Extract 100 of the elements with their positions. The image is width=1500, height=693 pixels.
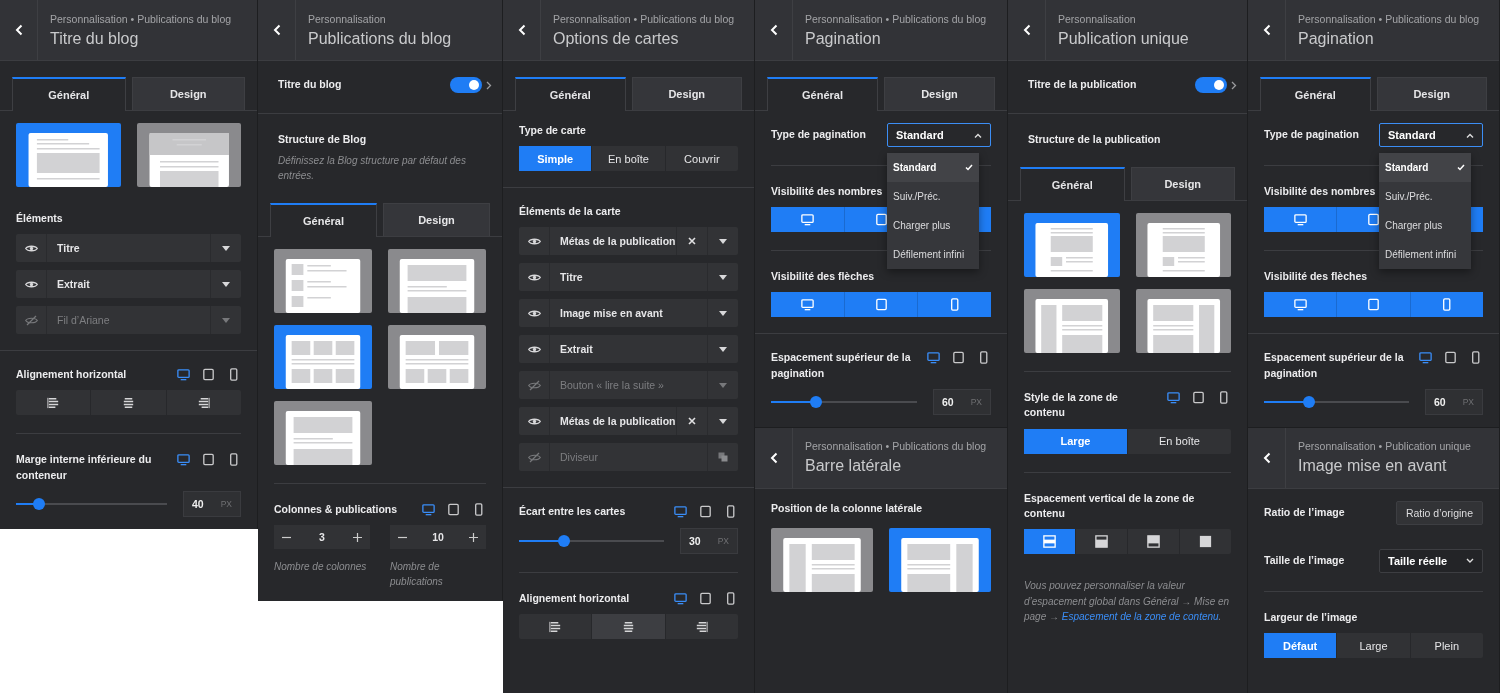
dropdown[interactable]: Taille réelle [1379, 548, 1483, 573]
chevron-right-icon[interactable] [486, 80, 492, 90]
eye-icon[interactable] [527, 416, 541, 426]
number-field[interactable]: 30 PX [680, 527, 738, 554]
tab[interactable]: Général [1020, 167, 1125, 202]
segment-option[interactable]: En boîte [1127, 428, 1231, 454]
segment-option[interactable] [1409, 292, 1483, 318]
toggle-switch[interactable] [1195, 77, 1227, 93]
tablet-icon[interactable] [1191, 390, 1206, 406]
caret-icon[interactable] [719, 418, 727, 424]
tablet-icon[interactable] [201, 452, 216, 468]
monitor-icon[interactable] [176, 452, 191, 468]
tab[interactable]: Design [131, 77, 245, 110]
segment-option[interactable] [771, 292, 844, 318]
monitor-icon[interactable] [421, 502, 436, 518]
tab[interactable]: Général [270, 203, 377, 238]
plus-icon[interactable] [353, 532, 362, 542]
element-row[interactable]: Extrait [519, 335, 738, 364]
menu-item[interactable]: Standard [1379, 153, 1471, 182]
slider-thumb[interactable] [557, 534, 570, 547]
element-row[interactable]: Titre [16, 234, 241, 263]
eye-slash-icon[interactable] [24, 314, 38, 326]
tablet-icon[interactable] [698, 590, 713, 606]
tab[interactable]: Design [631, 77, 742, 110]
copy-icon[interactable] [718, 452, 728, 463]
tab[interactable]: Design [884, 77, 995, 110]
tab[interactable]: Design [383, 203, 490, 237]
caret-icon[interactable] [719, 346, 727, 352]
eye-icon[interactable] [24, 279, 38, 289]
menu-item[interactable]: Défilement infini [1379, 240, 1471, 269]
slider-thumb[interactable] [32, 497, 45, 510]
monitor-icon[interactable] [673, 504, 688, 520]
element-row[interactable]: Extrait [16, 270, 241, 299]
slider-thumb[interactable] [810, 395, 823, 408]
caret-icon[interactable] [719, 238, 727, 244]
number-field[interactable]: 60 PX [933, 388, 991, 415]
element-row[interactable]: Métas de la publication [519, 407, 738, 436]
layout-option[interactable] [1135, 289, 1231, 354]
segment-option[interactable] [1024, 529, 1075, 555]
number-stepper[interactable]: 10 [390, 525, 486, 550]
menu-item[interactable]: Suiv./Préc. [1379, 182, 1471, 211]
segment-option[interactable]: Couvrir [664, 146, 738, 172]
segment-option[interactable]: Défaut [1264, 633, 1337, 659]
caret-icon[interactable] [719, 274, 727, 280]
eye-icon[interactable] [527, 272, 541, 282]
eye-icon[interactable] [527, 308, 541, 318]
caret-icon[interactable] [222, 245, 230, 251]
segment-option[interactable]: En boîte [591, 146, 665, 172]
tab[interactable]: Général [12, 77, 126, 111]
menu-item[interactable]: Charger plus [1379, 211, 1471, 240]
monitor-icon[interactable] [176, 367, 191, 383]
caret-icon[interactable] [222, 281, 230, 287]
tab[interactable]: Général [1260, 77, 1371, 111]
monitor-icon[interactable] [1166, 390, 1181, 406]
tablet-icon[interactable] [951, 350, 966, 366]
segment-option[interactable]: Plein [1409, 633, 1483, 659]
element-row[interactable]: Métas de la publication [519, 227, 738, 256]
ratio-button[interactable]: Ratio d’origine [1395, 500, 1483, 525]
toggle-switch[interactable] [450, 77, 482, 93]
tab[interactable]: Design [1376, 77, 1487, 110]
slider-thumb[interactable] [1302, 395, 1315, 408]
number-field[interactable]: 40 PX [183, 490, 241, 517]
menu-item[interactable]: Charger plus [887, 211, 979, 240]
dropdown[interactable]: Standard [1379, 123, 1483, 147]
eye-slash-icon[interactable] [527, 379, 541, 391]
eye-icon[interactable] [24, 243, 38, 253]
menu-item[interactable]: Défilement infini [887, 240, 979, 269]
close-icon[interactable] [688, 417, 696, 426]
segment-option[interactable]: Large [1024, 428, 1127, 454]
element-row[interactable]: Titre [519, 263, 738, 292]
tablet-icon[interactable] [698, 504, 713, 520]
segment-option[interactable] [917, 292, 991, 318]
segment-option[interactable] [1336, 292, 1410, 318]
eye-slash-icon[interactable] [527, 451, 541, 463]
plus-icon[interactable] [469, 532, 478, 542]
close-icon[interactable] [688, 237, 696, 246]
tab[interactable]: Design [1130, 167, 1235, 201]
tablet-icon[interactable] [1443, 350, 1458, 366]
layout-option[interactable] [1135, 213, 1231, 278]
number-field[interactable]: 60 PX [1425, 388, 1483, 415]
segment-option[interactable]: Large [1336, 633, 1410, 659]
menu-item[interactable]: Suiv./Préc. [887, 182, 979, 211]
caret-icon[interactable] [719, 310, 727, 316]
monitor-icon[interactable] [673, 590, 688, 606]
segment-option[interactable] [1264, 207, 1337, 233]
tab[interactable]: Général [515, 77, 626, 111]
tablet-icon[interactable] [446, 502, 461, 518]
settings-link[interactable]: Espacement de la zone de contenu [1061, 611, 1219, 623]
eye-icon[interactable] [527, 236, 541, 246]
monitor-icon[interactable] [1418, 350, 1433, 366]
segment-option[interactable] [843, 292, 918, 318]
tab[interactable]: Général [767, 77, 878, 111]
monitor-icon[interactable] [926, 350, 941, 366]
segment-option[interactable] [1264, 292, 1337, 318]
segment-option[interactable] [771, 207, 844, 233]
tablet-icon[interactable] [201, 367, 216, 383]
menu-item[interactable]: Standard [887, 153, 979, 182]
chevron-right-icon[interactable] [1231, 80, 1237, 90]
eye-icon[interactable] [527, 344, 541, 354]
number-stepper[interactable]: 3 [274, 525, 370, 550]
